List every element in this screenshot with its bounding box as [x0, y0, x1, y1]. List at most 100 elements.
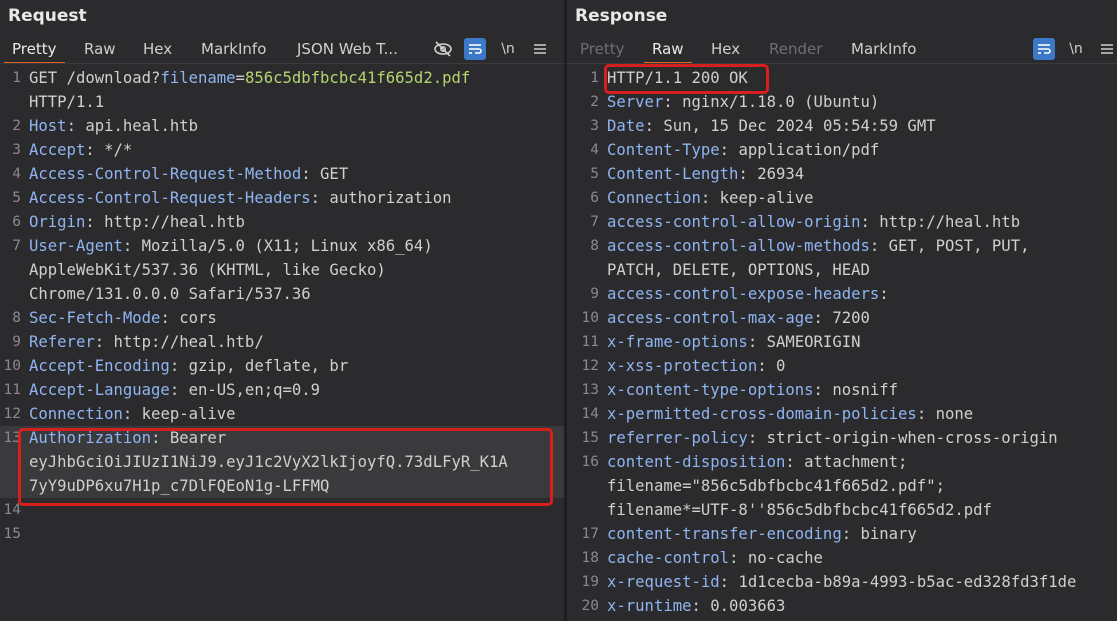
line-content: filename*=UTF-8''856c5dbfbcbc41f665d2.pd…	[607, 498, 992, 522]
header-name: referrer-policy	[607, 429, 748, 447]
line-number: 2	[12, 118, 21, 134]
editor-line: 11 x-frame-options: SAMEORIGIN	[567, 330, 1117, 354]
line-content: Origin: http://heal.htb	[29, 210, 245, 234]
header-name: Host	[29, 117, 67, 135]
request-tab-jwt[interactable]: JSON Web T...	[297, 37, 398, 63]
editor-line: Chrome/131.0.0.0 Safari/537.36	[0, 282, 564, 306]
response-tab-pretty[interactable]: Pretty	[580, 37, 625, 63]
line-text: AppleWebKit/537.36 (KHTML, like Gecko)	[29, 261, 386, 279]
header-name: Origin	[29, 213, 86, 231]
header-name: x-runtime	[607, 597, 692, 615]
header-name: content-disposition	[607, 453, 786, 471]
line-content: access-control-expose-headers:	[607, 282, 889, 306]
line-content: filename="856c5dbfbcbc41f665d2.pdf";	[607, 474, 945, 498]
header-name: Connection	[607, 189, 701, 207]
line-content: x-frame-options: SAMEORIGIN	[607, 330, 861, 354]
line-content: referrer-policy: strict-origin-when-cros…	[607, 426, 1058, 450]
line-content: content-disposition: attachment;	[607, 450, 907, 474]
request-tab-hex[interactable]: Hex	[143, 37, 172, 63]
line-text: PATCH, DELETE, OPTIONS, HEAD	[607, 261, 870, 279]
header-value: : 0	[757, 357, 786, 375]
editor-line: 1 GET /download?filename=856c5dbfbcbc41f6…	[0, 66, 564, 90]
header-value: : 7200	[813, 309, 870, 327]
request-tab-raw[interactable]: Raw	[84, 37, 116, 63]
query-param-equals: =	[235, 69, 245, 87]
newline-toggle[interactable]: \n	[498, 38, 518, 60]
editor-line: 6 Origin: http://heal.htb	[0, 210, 564, 234]
line-content: Content-Length: 26934	[607, 162, 804, 186]
line-content: Content-Type: application/pdf	[607, 138, 879, 162]
header-name: x-content-type-options	[607, 381, 814, 399]
line-number: 8	[12, 310, 21, 326]
line-number: 15	[3, 526, 21, 542]
line-number: 12	[3, 406, 21, 422]
request-editor[interactable]: 1 GET /download?filename=856c5dbfbcbc41f6…	[0, 66, 564, 621]
line-content: Connection: keep-alive	[29, 402, 236, 426]
request-tab-markinfo[interactable]: MarkInfo	[201, 37, 266, 63]
header-name: Access-Control-Request-Headers	[29, 189, 311, 207]
header-name: Access-Control-Request-Method	[29, 165, 302, 183]
line-content: Date: Sun, 15 Dec 2024 05:54:59 GMT	[607, 114, 936, 138]
line-content: PATCH, DELETE, OPTIONS, HEAD	[607, 258, 870, 282]
header-name: x-xss-protection	[607, 357, 758, 375]
response-tab-markinfo[interactable]: MarkInfo	[851, 37, 916, 63]
editor-line: 9 Referer: http://heal.htb/	[0, 330, 564, 354]
line-content: content-transfer-encoding: binary	[607, 522, 917, 546]
word-wrap-icon[interactable]	[464, 38, 486, 60]
response-tab-raw[interactable]: Raw	[644, 37, 692, 64]
header-value: : attachment;	[785, 453, 908, 471]
header-value: : http://heal.htb/	[94, 333, 264, 351]
line-number: 11	[581, 334, 599, 350]
editor-line: 17 content-transfer-encoding: binary	[567, 522, 1117, 546]
header-value: : none	[916, 405, 974, 423]
line-number: 11	[3, 382, 21, 398]
request-tab-pretty[interactable]: Pretty	[4, 37, 64, 64]
header-name: access-control-max-age	[607, 309, 814, 327]
line-number: 1	[590, 70, 599, 86]
header-name: access-control-expose-headers	[607, 285, 880, 303]
editor-line: 2 Host: api.heal.htb	[0, 114, 564, 138]
line-content: Accept-Encoding: gzip, deflate, br	[29, 354, 348, 378]
line-number: 14	[581, 406, 599, 422]
header-value: : strict-origin-when-cross-origin	[747, 429, 1058, 447]
line-content: Sec-Fetch-Mode: cors	[29, 306, 217, 330]
editor-line: 5 Content-Length: 26934	[567, 162, 1117, 186]
line-number: 2	[590, 94, 599, 110]
header-name: Connection	[29, 405, 123, 423]
response-tab-render[interactable]: Render	[769, 37, 822, 63]
response-tab-hex[interactable]: Hex	[711, 37, 740, 63]
editor-line: 6 Connection: keep-alive	[567, 186, 1117, 210]
response-newline-toggle[interactable]: \n	[1066, 38, 1086, 60]
line-number: 13	[581, 382, 599, 398]
eye-off-icon[interactable]	[432, 38, 454, 60]
line-number: 5	[590, 166, 599, 182]
editor-line: 10 Accept-Encoding: gzip, deflate, br	[0, 354, 564, 378]
request-title: Request	[8, 6, 87, 26]
header-value: : http://heal.htb	[85, 213, 245, 231]
editor-line: 16 content-disposition: attachment;	[567, 450, 1117, 474]
editor-line: filename*=UTF-8''856c5dbfbcbc41f665d2.pd…	[567, 498, 1117, 522]
editor-line: 9 access-control-expose-headers:	[567, 282, 1117, 306]
editor-line: AppleWebKit/537.36 (KHTML, like Gecko)	[0, 258, 564, 282]
line-number: 7	[590, 214, 599, 230]
hamburger-menu-icon[interactable]	[531, 38, 549, 60]
line-number: 10	[581, 310, 599, 326]
response-editor[interactable]: 1 HTTP/1.1 200 OK 2 Server: nginx/1.18.0 (U…	[567, 66, 1117, 621]
line-text: filename="856c5dbfbcbc41f665d2.pdf";	[607, 477, 945, 495]
header-name: access-control-allow-methods	[607, 237, 870, 255]
header-value: : en-US,en;q=0.9	[169, 381, 321, 399]
editor-line: 11 Accept-Language: en-US,en;q=0.9	[0, 378, 564, 402]
line-number: 3	[12, 142, 21, 158]
line-content: cache-control: no-cache	[607, 546, 823, 570]
line-number: 8	[590, 238, 599, 254]
editor-line: 13 x-content-type-options: nosniff	[567, 378, 1117, 402]
line-content: GET /download?filename=856c5dbfbcbc41f66…	[29, 66, 470, 90]
header-value: : Sun, 15 Dec 2024 05:54:59 GMT	[644, 117, 936, 135]
response-word-wrap-icon[interactable]	[1033, 38, 1055, 60]
response-hamburger-menu-icon[interactable]	[1098, 38, 1116, 60]
line-content: AppleWebKit/537.36 (KHTML, like Gecko)	[29, 258, 386, 282]
header-value: : Mozilla/5.0 (X11; Linux x86_64)	[122, 237, 433, 255]
request-line-method: GET /download?	[29, 69, 161, 87]
header-name: cache-control	[607, 549, 730, 567]
line-number: 12	[581, 358, 599, 374]
